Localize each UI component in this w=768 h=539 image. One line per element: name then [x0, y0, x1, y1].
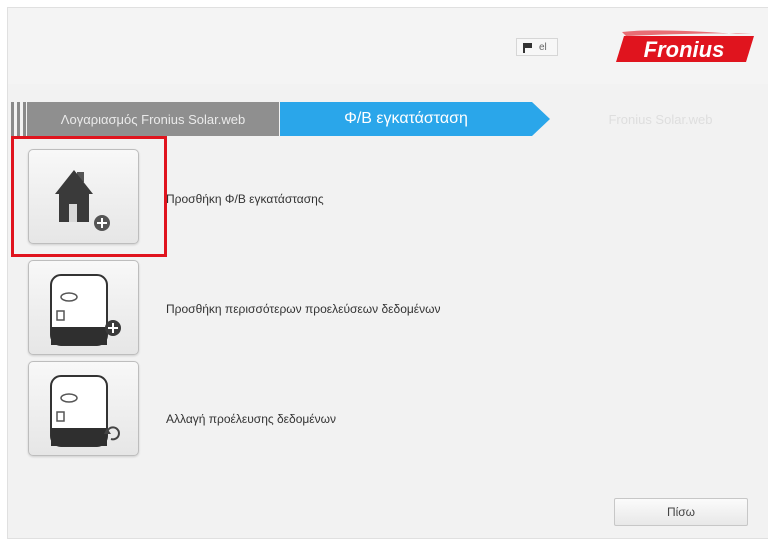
header: el Fronius — [8, 8, 768, 84]
add-data-sources-button[interactable] — [28, 260, 139, 355]
add-data-sources-label[interactable]: Προσθήκη περισσότερων προελεύσεων δεδομέ… — [166, 302, 441, 316]
language-selector[interactable]: el — [516, 38, 558, 56]
back-button[interactable]: Πίσω — [614, 498, 748, 526]
highlight-box — [11, 136, 167, 257]
change-data-source-label[interactable]: Αλλαγή προέλευσης δεδομένων — [166, 412, 336, 426]
step-pv-system: Φ/Β εγκατάσταση — [280, 102, 532, 136]
change-data-source-button[interactable] — [28, 361, 139, 456]
inverter-add-icon — [50, 274, 121, 346]
logo-text: Fronius — [644, 37, 725, 62]
language-code: el — [539, 41, 547, 53]
flag-icon — [523, 43, 533, 53]
step-solar-web-account[interactable]: Λογαριασμός Fronius Solar.web — [27, 102, 279, 136]
fronius-logo: Fronius — [616, 30, 756, 73]
step-solar-web: Fronius Solar.web — [608, 111, 713, 127]
add-pv-system-label[interactable]: Προσθήκη Φ/Β εγκατάστασης — [166, 192, 324, 206]
progress-steps: Λογαριασμός Fronius Solar.web Φ/Β εγκατά… — [8, 102, 768, 136]
inverter-change-icon — [50, 375, 120, 447]
app-window: el Fronius Λογαριασμός Fronius Solar.web… — [7, 7, 768, 539]
step-bars — [11, 102, 27, 136]
step-arrow — [532, 102, 550, 136]
